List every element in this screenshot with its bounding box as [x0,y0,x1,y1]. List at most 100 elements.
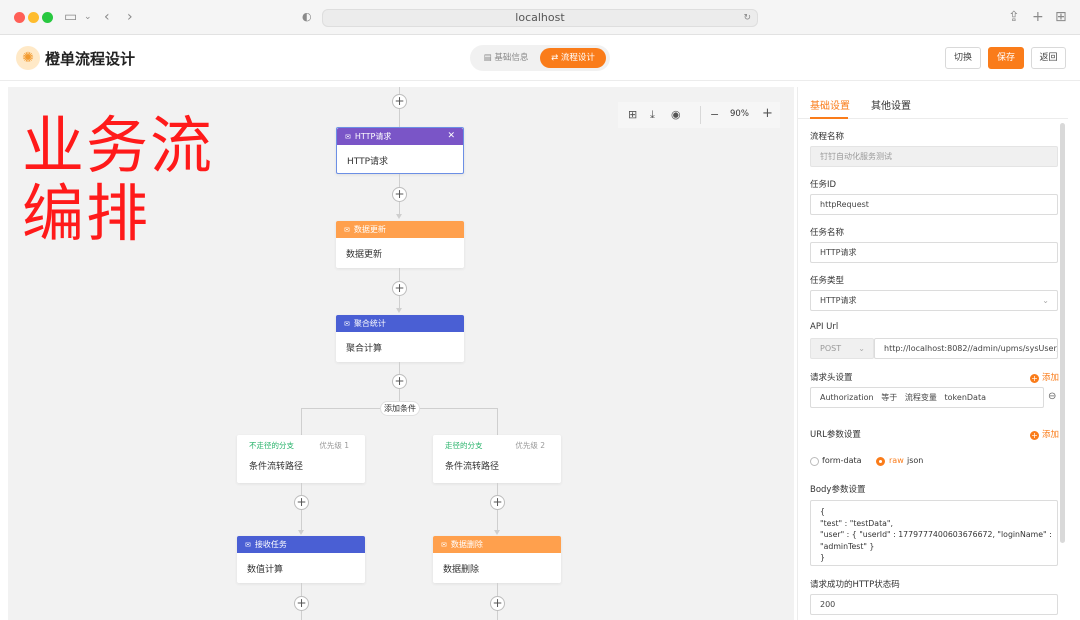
reload-icon[interactable]: ↻ [743,10,751,26]
form-data-radio[interactable] [810,457,819,466]
url-params-label: URL参数设置 [810,430,861,440]
node-http-request[interactable]: ✉ HTTP请求 ✕ HTTP请求 [336,127,464,174]
status-code-field[interactable]: 200 [810,594,1058,615]
branch-priority: 优先级 1 [319,441,349,450]
task-id-label: 任务ID [810,180,837,190]
node-data-delete[interactable]: ✉ 数据删除 数据删除 [433,536,561,583]
task-type-label: 任务类型 [810,276,845,286]
remove-circle-icon[interactable]: ⊖ [1048,391,1056,402]
raw-radio[interactable] [876,457,885,466]
minimize-window-button[interactable] [28,12,39,23]
node-header: ✉ 接收任务 [237,536,365,553]
task-name-label: 任务名称 [810,228,845,238]
close-window-button[interactable] [14,12,25,23]
task-type-select[interactable]: HTTP请求 ⌄ [810,290,1058,311]
body-textarea[interactable]: { "test" : "testData", "user" : { "userI… [810,500,1058,566]
tab-other-settings[interactable]: 其他设置 [871,97,911,112]
scrollbar[interactable] [1060,123,1065,543]
form-data-label: form-data [822,456,862,465]
add-condition-button[interactable]: 添加条件 [380,401,420,416]
header-operator: 等于 [881,393,898,402]
body-line: "test" : "testData", [820,518,893,528]
back-button[interactable]: 返回 [1031,47,1066,69]
add-node-button[interactable]: + [392,187,407,202]
add-node-button[interactable]: + [490,596,505,611]
node-data-update[interactable]: ✉ 数据更新 数据更新 [336,221,464,268]
arrow-icon [494,530,500,535]
branch-card[interactable]: 走径的分支 优先级 2 条件流转路径 [433,435,561,483]
add-header-button[interactable]: + 添加 [1030,371,1059,383]
close-icon[interactable]: ✕ [447,128,455,145]
node-aggregate[interactable]: ✉ 聚合统计 聚合计算 [336,315,464,362]
connector [301,408,302,435]
task-id-field[interactable]: httpRequest [810,194,1058,215]
share-icon[interactable]: ⇪ [1008,9,1020,25]
tab-basic-settings[interactable]: 基础设置 [810,97,850,112]
node-body: 数据删除 [443,565,480,575]
header-type: 流程变量 [904,393,937,402]
add-url-param-button[interactable]: + 添加 [1030,428,1059,440]
branch-header: 不走径的分支 优先级 1 [237,435,365,453]
http-method-select[interactable]: POST ⌄ [810,338,874,359]
sidebar-toggle-icon[interactable]: ▭ [64,9,77,25]
task-name-field[interactable]: HTTP请求 [810,242,1058,263]
node-body: HTTP请求 [347,157,389,167]
task-type-value: HTTP请求 [820,296,857,305]
add-node-button[interactable]: + [392,374,407,389]
overlay-title: 业务流 编排 [22,112,214,248]
api-url-field[interactable]: http://localhost:8082//admin/upms/sysUse… [874,338,1058,359]
new-tab-icon[interactable]: + [1032,9,1044,25]
add-node-button[interactable]: + [294,495,309,510]
api-url-label: API Url [810,322,839,332]
url-text: localhost [515,11,565,24]
tab-overview-icon[interactable]: ⊞ [1055,9,1067,25]
panel-tabs: 基础设置 其他设置 [798,87,1068,119]
branch-card[interactable]: 不走径的分支 优先级 1 条件流转路径 [237,435,365,483]
mail-icon: ✉ [344,320,350,328]
zoom-out-icon[interactable]: − [710,108,719,122]
canvas-toolbar: ⊞ ⤓ ◉ − 90% + [618,102,780,128]
download-icon[interactable]: ⤓ [650,108,655,122]
address-bar[interactable]: localhost ↻ [322,9,758,27]
node-body: 数值计算 [247,565,284,575]
save-button[interactable]: 保存 [988,47,1024,69]
add-node-button[interactable]: + [294,596,309,611]
status-code-label: 请求成功的HTTP状态码 [810,580,900,590]
forward-arrow-icon[interactable]: › [127,9,133,25]
add-node-button[interactable]: + [392,281,407,296]
switch-button[interactable]: 切换 [945,47,981,69]
plus-icon: + [1030,431,1039,440]
tab-basic-info[interactable]: ▤ 基础信息 [474,48,538,68]
import-icon[interactable]: ⊞ [628,108,637,122]
header-value: tokenData [944,393,986,402]
branch-name: 不走径的分支 [249,441,294,450]
header-row[interactable]: Authorization 等于 流程变量 tokenData [810,387,1044,408]
node-receive-task[interactable]: ✉ 接收任务 数值计算 [237,536,365,583]
branch-body: 条件流转路径 [445,462,500,472]
mode-switch: ▤ 基础信息 ⇄ 流程设计 [470,45,610,71]
connector [497,408,498,435]
plus-icon: + [1030,374,1039,383]
chevron-down-icon[interactable]: ⌄ [84,9,92,25]
add-node-button[interactable]: + [490,495,505,510]
add-node-button[interactable]: + [392,94,407,109]
flow-name-label: 流程名称 [810,132,845,142]
maximize-window-button[interactable] [42,12,53,23]
zoom-in-icon[interactable]: + [762,107,773,121]
mail-icon: ✉ [441,541,447,549]
overlay-line-1: 业务流 [22,109,215,182]
headers-label: 请求头设置 [810,373,853,383]
back-arrow-icon[interactable]: ‹ [104,9,110,25]
branch-header: 走径的分支 优先级 2 [433,435,561,453]
tab-flow-design[interactable]: ⇄ 流程设计 [540,48,606,68]
node-header: ✉ 聚合统计 [336,315,464,332]
flow-icon: ⇄ [551,53,561,63]
branch-priority: 优先级 2 [515,441,545,450]
body-line: } [820,553,825,562]
node-header: ✉ 数据更新 [336,221,464,238]
json-label[interactable]: json [907,456,923,465]
arrow-icon [396,308,402,313]
body-line: "adminTest" } [820,541,875,551]
body-line: "user" : { "userId" : 177977740060367667… [820,530,1052,539]
preview-eye-icon[interactable]: ◉ [671,108,681,122]
